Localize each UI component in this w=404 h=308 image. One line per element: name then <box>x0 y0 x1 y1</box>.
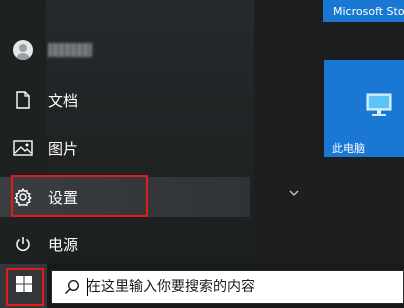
sidebar-item-power[interactable]: 电源 <box>0 224 250 264</box>
sidebar-item-label: 电源 <box>48 235 79 254</box>
search-box[interactable] <box>51 270 404 304</box>
chevron-down-icon[interactable] <box>287 186 301 200</box>
tile-label: Microsoft Store <box>333 4 404 18</box>
user-avatar-icon <box>0 30 46 70</box>
text-cursor <box>87 278 88 296</box>
computer-monitor-icon <box>365 92 393 122</box>
start-button-highlight-annotation <box>6 268 44 306</box>
tile-this-pc[interactable]: 此电脑 <box>324 60 404 157</box>
tile-label: 此电脑 <box>332 142 365 155</box>
settings-highlight-annotation <box>11 175 148 217</box>
username-redacted <box>48 43 92 57</box>
tile-microsoft-store[interactable]: Microsoft Store <box>323 0 404 22</box>
sidebar-item-label: 图片 <box>48 139 79 158</box>
document-icon <box>0 80 46 120</box>
sidebar-item-pictures[interactable]: 图片 <box>0 128 250 168</box>
start-menu: 文档 图片 设置 电源 Microsoft Sto 此电脑 <box>0 0 404 264</box>
power-icon <box>0 224 46 264</box>
avatar <box>13 40 33 60</box>
search-input[interactable] <box>87 279 387 295</box>
user-account-item[interactable] <box>0 30 250 70</box>
picture-icon <box>0 128 46 168</box>
search-icon <box>57 271 87 303</box>
sidebar-item-documents[interactable]: 文档 <box>0 80 250 120</box>
sidebar-item-label: 文档 <box>48 91 79 110</box>
